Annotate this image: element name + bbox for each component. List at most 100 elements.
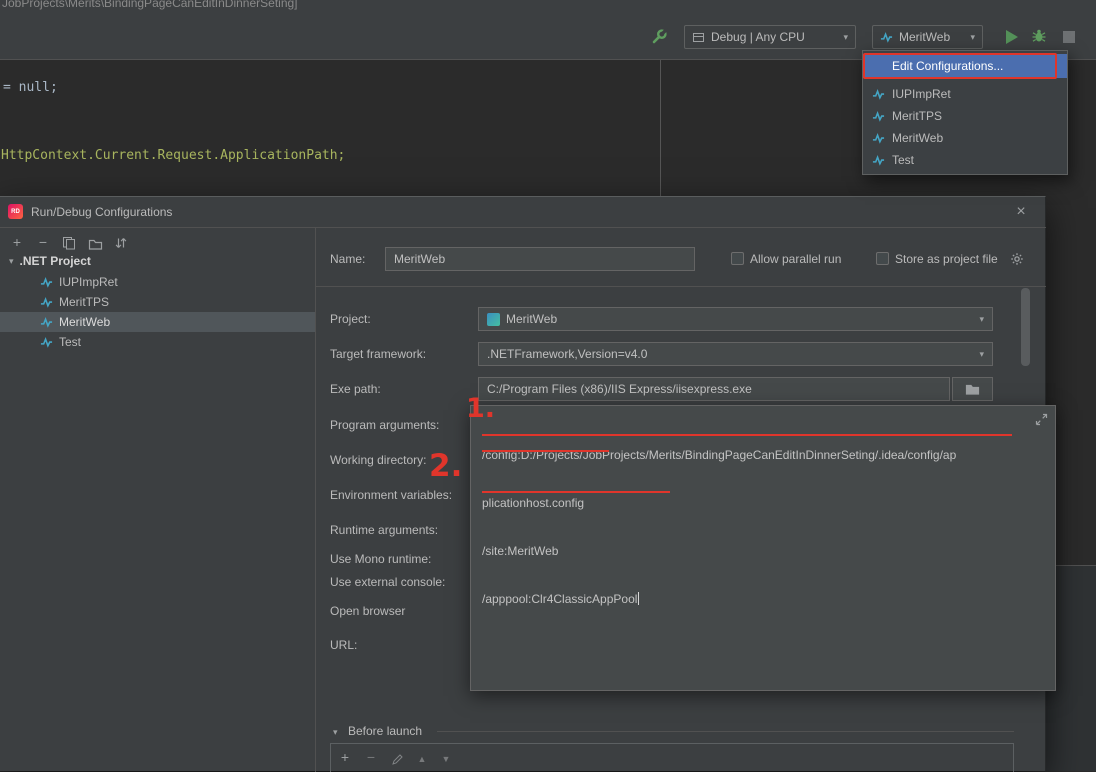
annotation-underline-1 (482, 434, 1012, 436)
allow-parallel-run-checkbox[interactable] (731, 252, 744, 265)
tree-node-label: .NET Project (19, 254, 91, 268)
tree-node-test[interactable]: Test (0, 332, 315, 352)
exe-path-label: Exe path: (330, 382, 381, 396)
before-launch-move-down-button[interactable]: ▼ (437, 750, 455, 768)
run-config-value: MeritWeb (899, 30, 951, 44)
menu-item-iupimpret[interactable]: IUPImpRet (863, 83, 1067, 105)
folder-icon (965, 384, 980, 395)
editor-split-divider (660, 60, 661, 196)
name-label: Name: (330, 252, 366, 266)
close-icon[interactable]: × (1010, 201, 1032, 223)
environment-variables-label: Environment variables: (330, 488, 453, 502)
run-config-icon (872, 88, 885, 100)
form-divider (316, 286, 1046, 287)
browse-exe-button[interactable] (952, 377, 993, 401)
tree-node-label: Test (59, 335, 82, 349)
run-config-icon (872, 132, 885, 144)
rider-app-icon: RD (8, 204, 23, 219)
run-button[interactable] (1001, 26, 1023, 48)
dialog-title-divider (0, 227, 1046, 228)
sort-arrows-icon (115, 238, 127, 248)
menu-item-test[interactable]: Test (863, 149, 1067, 171)
run-config-icon (872, 110, 885, 122)
runtime-arguments-label: Runtime arguments: (330, 523, 439, 537)
allow-parallel-run-label: Allow parallel run (750, 252, 842, 266)
run-config-icon (872, 154, 885, 166)
editor-code-line: = null; (3, 80, 58, 95)
before-launch-remove-button[interactable]: − (362, 748, 380, 766)
solution-config-select[interactable]: Debug | Any CPU ▾ (684, 25, 856, 49)
run-config-icon (40, 336, 53, 348)
run-config-icon (40, 296, 53, 308)
chevron-expanded-icon: ▾ (9, 255, 14, 266)
url-label: URL: (330, 638, 358, 652)
project-select[interactable]: MeritWeb ▾ (478, 307, 993, 331)
program-arguments-text[interactable]: /config:D:/Projects/JobProjects/Merits/B… (482, 415, 956, 639)
pencil-icon (391, 753, 403, 765)
annotation-underline-1b (482, 450, 609, 452)
quick-fix-wrench-icon[interactable] (648, 25, 670, 47)
name-input[interactable]: MeritWeb (385, 247, 695, 271)
ide-screen: { "titlebar": { "path": "JobProjects\\Me… (0, 0, 1096, 772)
editor-code-line: HttpContext.Current.Request.ApplicationP… (1, 148, 346, 163)
copy-configuration-button[interactable] (60, 234, 78, 252)
solution-config-value: Debug | Any CPU (711, 30, 805, 44)
before-launch-label: Before launch (348, 724, 423, 738)
store-settings-gear-button[interactable] (1008, 250, 1026, 268)
run-config-select[interactable]: MeritWeb ▾ (872, 25, 983, 49)
bug-icon (1032, 29, 1046, 42)
stop-icon (1063, 31, 1075, 43)
tree-node-iupimpret[interactable]: IUPImpRet (0, 272, 315, 292)
chevron-down-icon: ▾ (970, 31, 975, 42)
before-launch-add-button[interactable]: + (336, 748, 354, 766)
project-value: MeritWeb (506, 312, 558, 326)
stop-button[interactable] (1058, 26, 1080, 48)
store-as-project-file-checkbox[interactable] (876, 252, 889, 265)
annotation-highlight-box (863, 53, 1057, 79)
solution-config-icon (693, 32, 704, 42)
target-framework-value: .NETFramework,Version=v4.0 (487, 347, 648, 361)
gear-icon (1011, 253, 1023, 265)
chevron-down-icon: ▾ (979, 313, 984, 324)
copy-icon (63, 237, 75, 250)
use-external-console-label: Use external console: (330, 575, 446, 589)
dialog-title: Run/Debug Configurations (31, 205, 173, 219)
play-icon (1006, 30, 1018, 44)
debug-button[interactable] (1028, 25, 1050, 47)
menu-item-merittps[interactable]: MeritTPS (863, 105, 1067, 127)
menu-item-meritweb[interactable]: MeritWeb (863, 127, 1067, 149)
exe-path-input[interactable]: C:/Program Files (x86)/IIS Express/iisex… (478, 377, 950, 401)
chevron-down-icon: ▾ (843, 31, 848, 42)
before-launch-move-up-button[interactable]: ▲ (413, 750, 431, 768)
dialog-scrollbar[interactable] (1021, 288, 1030, 366)
program-arguments-line: /apppool:Clr4ClassicAppPool (482, 592, 640, 606)
wrench-icon (652, 27, 668, 43)
before-launch-chevron-icon[interactable]: ▾ (333, 727, 338, 738)
sort-configurations-button[interactable] (112, 234, 130, 252)
before-launch-list[interactable] (330, 743, 1014, 772)
tree-node-label: IUPImpRet (59, 275, 118, 289)
remove-configuration-button[interactable]: − (34, 233, 52, 251)
project-label: Project: (330, 312, 371, 326)
dialog-panel-divider (315, 227, 316, 772)
folder-icon (88, 239, 102, 250)
working-directory-label: Working directory: (330, 453, 427, 467)
tree-node-dotnet-project[interactable]: ▾ .NET Project (0, 251, 315, 271)
window-title: JobProjects\Merits\BindingPageCanEditInD… (2, 0, 298, 10)
name-value: MeritWeb (394, 252, 446, 266)
program-arguments-line: /site:MeritWeb (482, 544, 559, 558)
run-config-icon (40, 316, 53, 328)
tree-node-label: MeritTPS (59, 295, 110, 309)
annotation-step-1: 1. (466, 393, 496, 424)
project-icon (487, 312, 500, 326)
exe-path-value: C:/Program Files (x86)/IIS Express/iisex… (487, 382, 752, 396)
text-cursor (638, 592, 640, 605)
target-framework-select[interactable]: .NETFramework,Version=v4.0 ▾ (478, 342, 993, 366)
collapse-editor-button[interactable] (1035, 413, 1048, 426)
before-launch-edit-button[interactable] (388, 750, 406, 768)
program-arguments-editor[interactable]: /config:D:/Projects/JobProjects/Merits/B… (470, 405, 1056, 691)
tree-node-meritweb-selected[interactable]: MeritWeb (0, 312, 315, 332)
add-configuration-button[interactable]: + (8, 233, 26, 251)
before-launch-divider (437, 731, 1014, 732)
tree-node-merittps[interactable]: MeritTPS (0, 292, 315, 312)
